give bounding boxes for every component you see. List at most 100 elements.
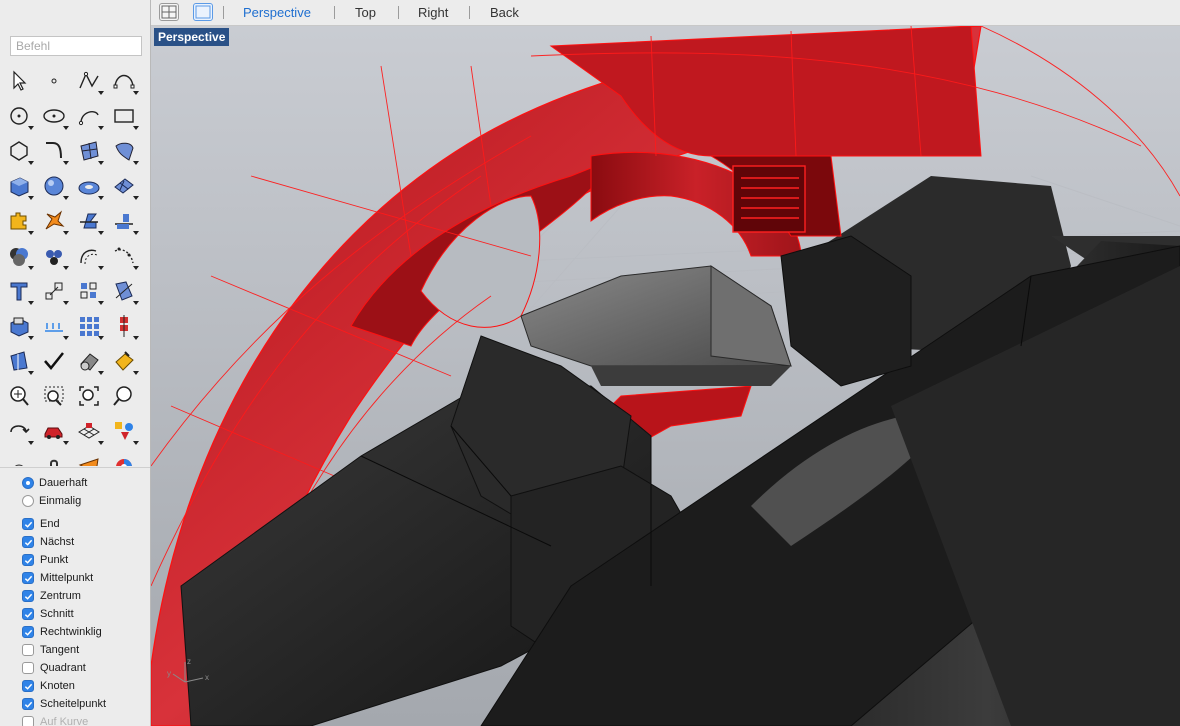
flyout-arrow-icon[interactable] (28, 161, 34, 165)
trim-tool-button[interactable] (74, 206, 104, 236)
osnap-option[interactable]: Mittelpunkt (22, 569, 93, 587)
flyout-arrow-icon[interactable] (63, 161, 69, 165)
osnap-option[interactable]: Auf Kurve (22, 713, 88, 726)
join-puzzle-tool-button[interactable] (4, 206, 34, 236)
box-solid-tool-button[interactable] (4, 171, 34, 201)
flyout-arrow-icon[interactable] (28, 266, 34, 270)
paint-tool-button[interactable] (109, 416, 139, 446)
flyout-arrow-icon[interactable] (63, 126, 69, 130)
arc-tool-button[interactable] (74, 101, 104, 131)
flyout-arrow-icon[interactable] (98, 441, 104, 445)
sphere-solid-tool-button[interactable] (39, 171, 69, 201)
flyout-arrow-icon[interactable] (133, 441, 139, 445)
flyout-arrow-icon[interactable] (28, 231, 34, 235)
radio-einmalig[interactable] (22, 495, 34, 507)
text-tool-button[interactable] (4, 276, 34, 306)
point-tool-button[interactable] (39, 66, 69, 96)
zoom-extents-tool-button[interactable] (74, 381, 104, 411)
osnap-checkbox[interactable] (22, 662, 34, 674)
torus-solid-tool-button[interactable] (74, 171, 104, 201)
tab-perspective[interactable]: Perspective (243, 5, 311, 20)
osnap-mode-dauerhaft[interactable]: Dauerhaft (22, 474, 87, 492)
flyout-arrow-icon[interactable] (98, 301, 104, 305)
osnap-option[interactable]: Rechtwinklig (22, 623, 102, 641)
osnap-checkbox[interactable] (22, 590, 34, 602)
flyout-arrow-icon[interactable] (98, 231, 104, 235)
render-tool-button[interactable] (109, 346, 139, 376)
osnap-option[interactable]: Tangent (22, 641, 79, 659)
color-wheel-tool-button[interactable] (109, 451, 139, 466)
array-tool-button[interactable] (74, 276, 104, 306)
flyout-arrow-icon[interactable] (98, 371, 104, 375)
split-tool-button[interactable] (109, 206, 139, 236)
osnap-checkbox[interactable] (22, 608, 34, 620)
analyze-tool-button[interactable] (4, 346, 34, 376)
osnap-checkbox[interactable] (22, 698, 34, 710)
osnap-option[interactable]: Punkt (22, 551, 68, 569)
osnap-checkbox[interactable] (22, 572, 34, 584)
osnap-option[interactable]: Schnitt (22, 605, 74, 623)
flyout-arrow-icon[interactable] (133, 126, 139, 130)
osnap-option[interactable]: Nächst (22, 533, 74, 551)
flyout-arrow-icon[interactable] (133, 301, 139, 305)
flyout-arrow-icon[interactable] (28, 441, 34, 445)
car-tool-button[interactable] (39, 416, 69, 446)
flyout-arrow-icon[interactable] (63, 266, 69, 270)
osnap-checkbox[interactable] (22, 536, 34, 548)
mesh-plane-tool-button[interactable] (109, 171, 139, 201)
polygon-tool-button[interactable] (4, 136, 34, 166)
light-tool-button[interactable] (4, 451, 34, 466)
lock-tool-button[interactable] (39, 451, 69, 466)
circle-tool-button[interactable] (4, 101, 34, 131)
flyout-arrow-icon[interactable] (28, 126, 34, 130)
osnap-checkbox[interactable] (22, 644, 34, 656)
osnap-checkbox[interactable] (22, 626, 34, 638)
loft-surface-tool-button[interactable] (109, 136, 139, 166)
flyout-arrow-icon[interactable] (133, 196, 139, 200)
osnap-checkbox[interactable] (22, 518, 34, 530)
osnap-mode-einmalig[interactable]: Einmalig (22, 492, 81, 510)
flyout-arrow-icon[interactable] (98, 266, 104, 270)
single-viewport-button[interactable] (193, 3, 213, 21)
zoom-tool-button[interactable] (109, 381, 139, 411)
flyout-arrow-icon[interactable] (28, 336, 34, 340)
flyout-arrow-icon[interactable] (133, 161, 139, 165)
flyout-arrow-icon[interactable] (133, 266, 139, 270)
surface-patch-tool-button[interactable] (74, 136, 104, 166)
flyout-arrow-icon[interactable] (98, 91, 104, 95)
3d-scene[interactable] (151, 26, 1180, 726)
boolean-union-tool-button[interactable] (4, 241, 34, 271)
fillet-curve-tool-button[interactable] (39, 136, 69, 166)
rotate-view-tool-button[interactable] (4, 416, 34, 446)
flyout-arrow-icon[interactable] (28, 371, 34, 375)
explode-tool-button[interactable] (39, 206, 69, 236)
align-tool-button[interactable] (109, 311, 139, 341)
polyline-tool-button[interactable] (74, 66, 104, 96)
flyout-arrow-icon[interactable] (28, 301, 34, 305)
tab-right[interactable]: Right (418, 5, 448, 20)
flyout-arrow-icon[interactable] (63, 231, 69, 235)
flyout-arrow-icon[interactable] (63, 196, 69, 200)
offset-curve-tool-button[interactable] (74, 241, 104, 271)
flyout-arrow-icon[interactable] (133, 336, 139, 340)
project-curve-tool-button[interactable] (109, 276, 139, 306)
rebuild-curve-tool-button[interactable] (109, 241, 139, 271)
osnap-option[interactable]: Scheitelpunkt (22, 695, 106, 713)
flyout-arrow-icon[interactable] (133, 91, 139, 95)
radio-dauerhaft[interactable] (22, 477, 34, 489)
curve-tool-button[interactable] (109, 66, 139, 96)
flyout-arrow-icon[interactable] (133, 231, 139, 235)
ellipse-tool-button[interactable] (39, 101, 69, 131)
command-input[interactable] (10, 36, 142, 56)
tab-back[interactable]: Back (490, 5, 519, 20)
osnap-option[interactable]: Knoten (22, 677, 75, 695)
perspective-viewport[interactable]: Perspective z y x (151, 26, 1180, 726)
osnap-checkbox[interactable] (22, 554, 34, 566)
four-viewports-button[interactable] (159, 3, 179, 21)
transform-grid-tool-button[interactable] (74, 416, 104, 446)
rectangle-tool-button[interactable] (109, 101, 139, 131)
flyout-arrow-icon[interactable] (63, 301, 69, 305)
osnap-checkbox[interactable] (22, 716, 34, 726)
point-cloud-tool-button[interactable] (74, 451, 104, 466)
extrude-tool-button[interactable] (4, 311, 34, 341)
